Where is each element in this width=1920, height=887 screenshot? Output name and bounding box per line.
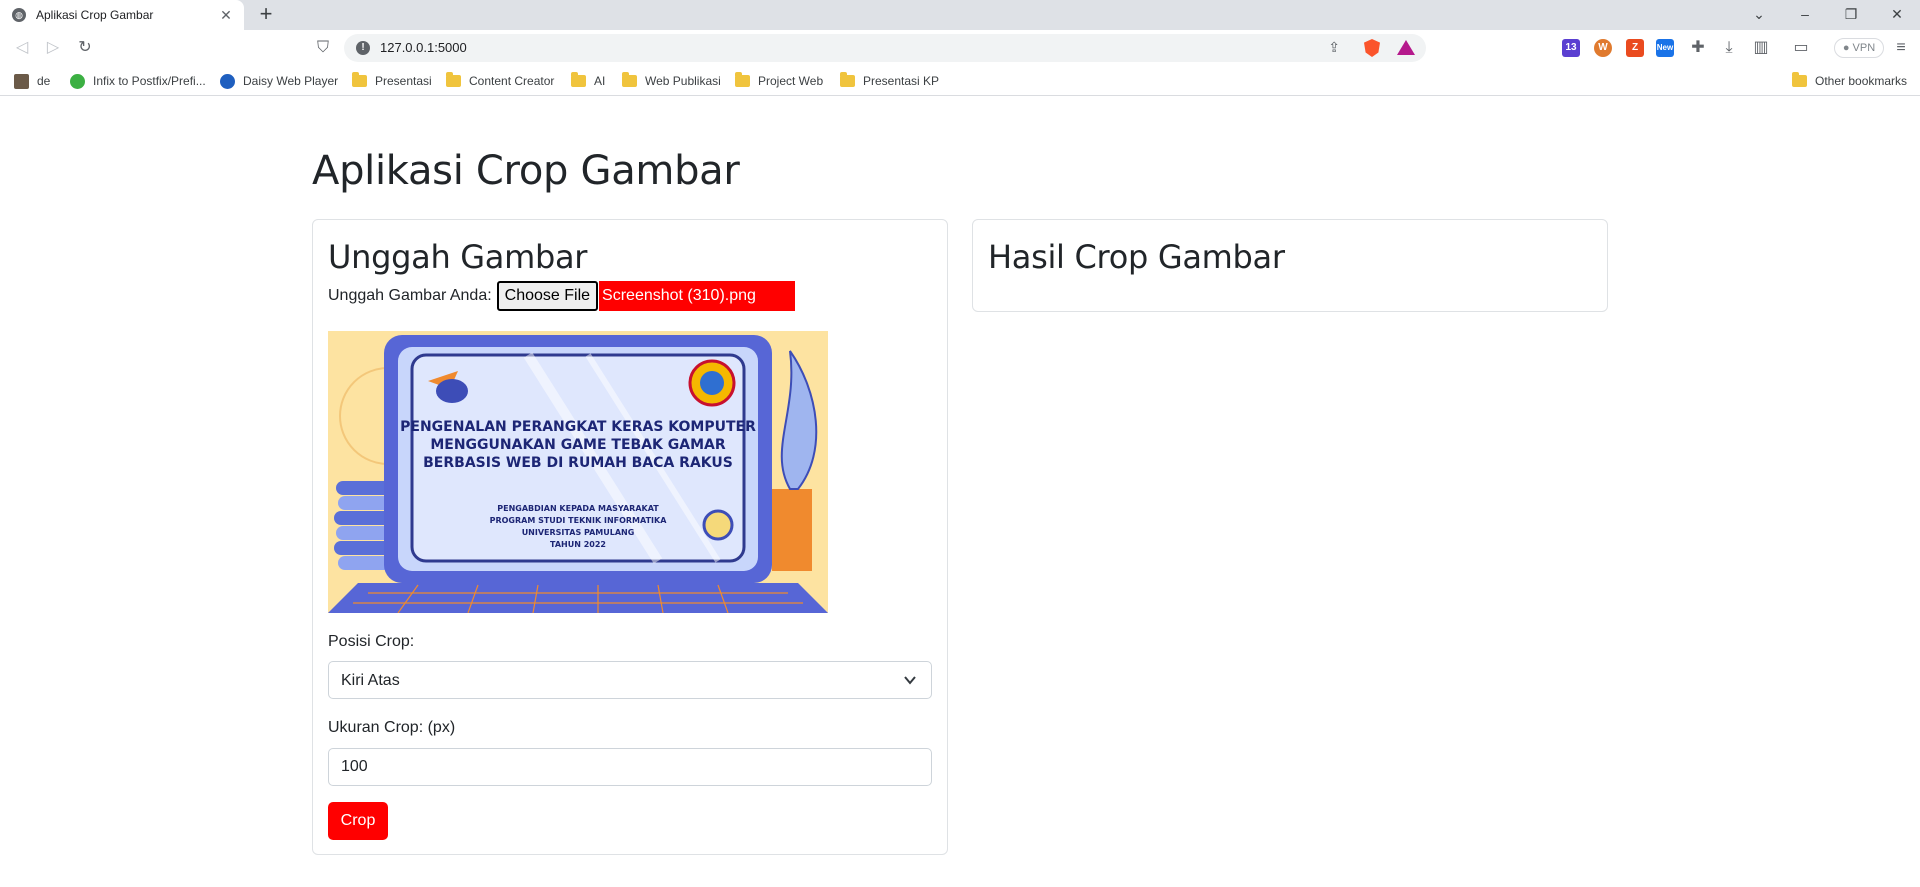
crop-size-label: Ukuran Crop: (px) [328,719,456,736]
folder-icon [622,72,637,87]
tab-title: Aplikasi Crop Gambar [36,8,154,22]
folder-icon [446,72,461,87]
bookmarks-bar: de Infix to Postfix/Prefi... Daisy Web P… [0,66,1920,96]
extension-wordpress-icon[interactable]: W [1594,39,1612,57]
bookmark-folder[interactable]: Presentasi [352,72,432,90]
preview-text: MENGGUNAKAN GAME TEBAK GAMAR [430,437,726,453]
folder-icon [735,72,750,87]
preview-text: TAHUN 2022 [550,540,606,549]
chevron-down-icon [904,676,916,685]
close-tab-icon[interactable]: ✕ [218,7,234,23]
browser-toolbar: ◁ ▷ ↻ ⛉ ! 127.0.0.1:5000 ⇪ 13 W Z New ✚ … [0,30,1920,66]
bookmark-folder[interactable]: AI [571,72,605,90]
preview-illustration: PENGENALAN PERANGKAT KERAS KOMPUTER MENG… [328,331,828,613]
bookmark-folder[interactable]: Content Creator [446,72,554,90]
upload-card-heading: Unggah Gambar [328,238,588,276]
preview-text: BERBASIS WEB DI RUMAH BACA RAKUS [423,455,733,471]
selected-file-name: Screenshot (310).png [599,281,796,311]
bookmark-page-icon[interactable]: ⛉ [312,37,334,59]
choose-file-button[interactable]: Choose File [496,281,599,311]
tab-search-icon[interactable]: ⌄ [1736,0,1782,30]
extensions-puzzle-icon[interactable]: ✚ [1687,37,1709,59]
site-info-icon[interactable]: ! [356,41,370,55]
wallet-icon[interactable]: ▭ [1790,37,1812,59]
minimize-icon[interactable]: – [1782,0,1828,30]
crop-position-label: Posisi Crop: [328,633,415,650]
bookmark-folder[interactable]: Presentasi KP [840,72,939,90]
new-tab-icon[interactable]: + [254,3,278,27]
crop-position-select[interactable]: Kiri Atas [328,661,932,699]
image-preview: PENGENALAN PERANGKAT KERAS KOMPUTER MENG… [328,331,828,613]
brave-rewards-icon[interactable] [1397,40,1415,55]
tab-strip: ◍ Aplikasi Crop Gambar ✕ + ⌄ – ❐ ✕ [0,0,1920,30]
upload-label: Unggah Gambar Anda: [328,287,492,304]
restore-icon[interactable]: ❐ [1828,0,1874,30]
close-window-icon[interactable]: ✕ [1874,0,1920,30]
sidebar-icon[interactable]: ▥ [1750,37,1772,59]
menu-icon[interactable]: ≡ [1890,37,1912,59]
preview-text: UNIVERSITAS PAMULANG [522,528,635,537]
bookmark-item[interactable]: Daisy Web Player [220,72,338,90]
browser-tab[interactable]: ◍ Aplikasi Crop Gambar ✕ [0,0,244,30]
extension-graduation-icon[interactable]: 13 [1562,39,1580,57]
site-icon [70,73,85,89]
extension-zotero-icon[interactable]: Z [1626,39,1644,57]
file-upload-row: Unggah Gambar Anda: Choose File Screensh… [328,281,796,311]
crop-position-value: Kiri Atas [341,672,400,689]
folder-icon [571,72,586,87]
bookmark-folder[interactable]: Project Web [735,72,823,90]
reload-icon[interactable]: ↻ [74,37,96,59]
folder-icon [1792,72,1807,87]
crop-size-input[interactable] [328,748,932,786]
result-card: Hasil Crop Gambar [972,219,1608,312]
app-icon [14,73,29,89]
bookmark-item[interactable]: Infix to Postfix/Prefi... [70,72,206,90]
bookmark-item[interactable]: de [14,72,50,90]
folder-icon [840,72,855,87]
back-icon[interactable]: ◁ [11,37,33,59]
forward-icon[interactable]: ▷ [42,37,64,59]
url-text[interactable]: 127.0.0.1:5000 [380,40,467,55]
extension-new-icon[interactable]: New [1656,39,1674,57]
other-bookmarks[interactable]: Other bookmarks [1792,72,1907,90]
site-favicon-icon: ◍ [12,8,26,22]
page-title: Aplikasi Crop Gambar [312,148,740,194]
preview-text: PENGABDIAN KEPADA MASYARAKAT [497,504,659,513]
preview-text: PENGENALAN PERANGKAT KERAS KOMPUTER [400,419,756,435]
site-icon [220,73,235,89]
downloads-icon[interactable]: ⤓ [1718,37,1740,59]
result-card-heading: Hasil Crop Gambar [988,238,1285,276]
bookmark-folder[interactable]: Web Publikasi [622,72,721,90]
share-icon[interactable]: ⇪ [1328,39,1340,56]
folder-icon [352,72,367,87]
vpn-button[interactable]: ● VPN [1834,38,1884,58]
upload-card: Unggah Gambar Unggah Gambar Anda: Choose… [312,219,948,855]
crop-button[interactable]: Crop [328,802,388,840]
preview-text: PROGRAM STUDI TEKNIK INFORMATIKA [490,516,668,525]
address-bar[interactable]: ! 127.0.0.1:5000 ⇪ [344,34,1426,62]
